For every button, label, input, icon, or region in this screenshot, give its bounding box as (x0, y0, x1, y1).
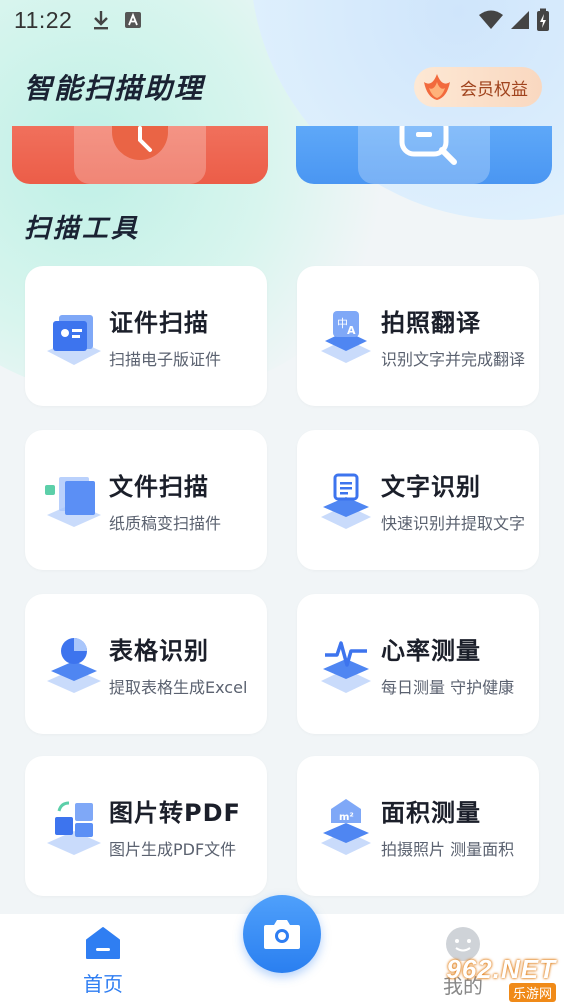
tool-desc: 提取表格生成Excel (109, 677, 248, 697)
home-icon (86, 927, 120, 959)
camera-button[interactable] (243, 895, 321, 973)
table-recognition-icon (39, 629, 109, 699)
image-to-pdf-icon (39, 791, 109, 861)
tool-name: 面积测量 (381, 798, 481, 827)
svg-text:A: A (347, 324, 356, 337)
keyboard-a-icon (125, 12, 142, 28)
status-bar: 11:22 (0, 0, 564, 40)
tool-card-table-recognition[interactable]: 表格识别 提取表格生成Excel (25, 594, 267, 734)
tool-desc: 拍摄照片 测量面积 (381, 839, 515, 859)
tool-name: 文件扫描 (109, 472, 209, 501)
svg-text:m²: m² (339, 812, 354, 823)
banner-card-blue[interactable] (296, 126, 552, 184)
tool-desc: 扫描电子版证件 (109, 349, 222, 369)
tool-desc: 每日测量 守护健康 (381, 677, 515, 697)
tool-card-text-recognition[interactable]: 文字识别 快速识别并提取文字 (297, 430, 539, 570)
tool-name: 证件扫描 (109, 308, 209, 337)
tool-card-translate[interactable]: 中 A 拍照翻译 识别文字并完成翻译 (297, 266, 539, 406)
nav-home-label: 首页 (83, 972, 123, 996)
heart-rate-icon (311, 629, 381, 699)
translate-icon: 中 A (311, 301, 381, 371)
id-card-scan-icon (39, 301, 109, 371)
watermark-logo: 962.NET (446, 954, 556, 984)
tool-desc: 图片生成PDF文件 (109, 839, 237, 859)
tool-desc: 识别文字并完成翻译 (381, 349, 526, 369)
camera-icon (264, 920, 300, 949)
tool-card-heart-rate[interactable]: 心率测量 每日测量 守护健康 (297, 594, 539, 734)
vip-benefits-button[interactable]: 会员权益 (414, 67, 542, 107)
app-title: 智能扫描助理 (24, 72, 205, 105)
tool-desc: 纸质稿变扫描件 (109, 513, 222, 533)
tool-card-image-to-pdf[interactable]: 图片转PDF 图片生成PDF文件 (25, 756, 267, 896)
tool-card-area-measure[interactable]: m² 面积测量 拍摄照片 测量面积 (297, 756, 539, 896)
banner-card-red[interactable] (12, 126, 268, 184)
vip-label: 会员权益 (460, 79, 528, 100)
search-icon (399, 126, 457, 165)
tool-name: 心率测量 (381, 636, 481, 665)
battery-icon (537, 8, 549, 31)
wifi-icon (479, 10, 503, 29)
area-measure-icon: m² (311, 791, 381, 861)
nav-home[interactable]: 首页 (60, 926, 146, 997)
site-watermark: 962.NET 乐游网 (424, 952, 564, 1004)
tool-name: 图片转PDF (109, 798, 241, 827)
signal-icon (511, 11, 529, 29)
watermark-sub: 乐游网 (508, 983, 556, 1002)
download-icon (94, 11, 109, 30)
crown-icon (424, 74, 450, 100)
document-scan-icon (39, 465, 109, 535)
tool-card-document-scan[interactable]: 文件扫描 纸质稿变扫描件 (25, 430, 267, 570)
clock-icon (112, 126, 168, 160)
section-title: 扫描工具 (24, 214, 141, 244)
app-header: 智能扫描助理 会员权益 (0, 58, 564, 116)
status-time: 11:22 (14, 6, 73, 33)
text-recognition-icon (311, 465, 381, 535)
tool-card-id-scan[interactable]: 证件扫描 扫描电子版证件 (25, 266, 267, 406)
tool-name: 表格识别 (109, 636, 209, 665)
tool-name: 拍照翻译 (381, 308, 481, 337)
tool-desc: 快速识别并提取文字 (381, 513, 526, 533)
tool-name: 文字识别 (381, 472, 481, 501)
